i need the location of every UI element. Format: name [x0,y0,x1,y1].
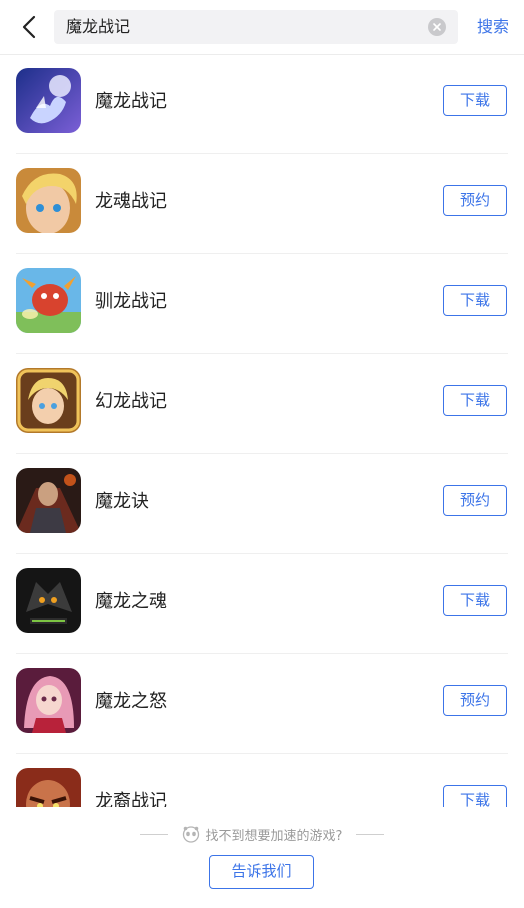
pink-heroine-game-icon[interactable] [16,668,81,733]
search-input[interactable]: 魔龙战记 [54,10,458,44]
app-name: 龙魂战记 [95,191,167,212]
angry-warrior-game-icon[interactable] [16,768,81,807]
dark-warrior-game-icon[interactable] [16,468,81,533]
app-name: 魔龙之怒 [95,691,167,712]
download-button[interactable]: 下载 [443,585,507,616]
top-bar: 魔龙战记 搜索 [0,0,524,55]
app-name: 幻龙战记 [95,391,167,412]
app-name: 魔龙诀 [95,491,149,512]
back-arrow-icon [22,15,36,39]
golden-heroine-game-icon[interactable] [16,368,81,433]
list-item[interactable]: 魔龙之魂 下载 [16,554,508,654]
back-button[interactable] [14,13,44,41]
divider-line [139,833,168,835]
clear-search-button[interactable] [428,18,446,36]
panda-face-icon [182,826,199,843]
app-name: 魔龙之魂 [95,591,167,612]
app-name: 驯龙战记 [95,291,167,312]
reserve-button[interactable]: 预约 [443,185,507,216]
hint-text: 找不到想要加速的游戏? [205,828,343,844]
red-dragon-game-icon[interactable] [16,268,81,333]
reserve-button[interactable]: 预约 [443,685,507,716]
download-button[interactable]: 下载 [443,285,507,316]
reserve-button[interactable]: 预约 [443,485,507,516]
missing-game-hint: 找不到想要加速的游戏? [0,823,524,845]
list-item[interactable]: 龙魂战记 预约 [16,154,508,254]
list-item[interactable]: 龙裔战记 下载 [16,754,508,807]
list-item[interactable]: 魔龙战记 下载 [16,54,508,154]
list-item[interactable]: 魔龙诀 预约 [16,454,508,554]
blond-hero-game-icon[interactable] [16,168,81,233]
close-icon [433,23,441,31]
dark-dragon-game-icon[interactable] [16,568,81,633]
list-item[interactable]: 幻龙战记 下载 [16,354,508,454]
tell-us-button[interactable]: 告诉我们 [209,855,314,889]
search-button[interactable]: 搜索 [472,14,514,40]
list-item[interactable]: 魔龙之怒 预约 [16,654,508,754]
divider-line [356,833,385,835]
list-item[interactable]: 驯龙战记 下载 [16,254,508,354]
footer: 找不到想要加速的游戏? 告诉我们 [0,808,524,908]
night-rider-game-icon[interactable] [16,68,81,133]
download-button[interactable]: 下载 [443,385,507,416]
app-name: 魔龙战记 [95,91,167,112]
app-name: 龙裔战记 [95,791,167,807]
search-query: 魔龙战记 [66,17,131,36]
search-results-list: 魔龙战记 下载 龙魂战记 预约 驯龙战记 下载 幻龙战记 下载 魔龙诀 预约 魔… [0,54,524,807]
download-button[interactable]: 下载 [443,785,507,807]
download-button[interactable]: 下载 [443,85,507,116]
